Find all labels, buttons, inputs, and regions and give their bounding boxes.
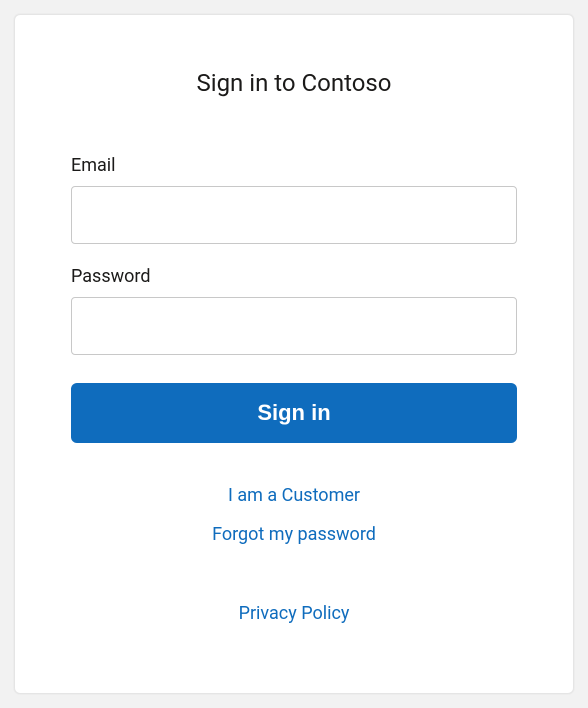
password-field[interactable] <box>71 297 517 355</box>
privacy-policy-link[interactable]: Privacy Policy <box>239 603 350 624</box>
email-field[interactable] <box>71 186 517 244</box>
email-label: Email <box>71 155 517 176</box>
customer-link[interactable]: I am a Customer <box>228 485 360 506</box>
page-title: Sign in to Contoso <box>71 69 517 97</box>
link-spacer: Privacy Policy <box>71 603 517 642</box>
forgot-password-link[interactable]: Forgot my password <box>212 524 376 545</box>
password-group: Password <box>71 266 517 355</box>
email-group: Email <box>71 155 517 244</box>
signin-button[interactable]: Sign in <box>71 383 517 443</box>
signin-card: Sign in to Contoso Email Password Sign i… <box>14 14 574 694</box>
password-label: Password <box>71 266 517 287</box>
links-section: I am a Customer Forgot my password Priva… <box>71 485 517 642</box>
